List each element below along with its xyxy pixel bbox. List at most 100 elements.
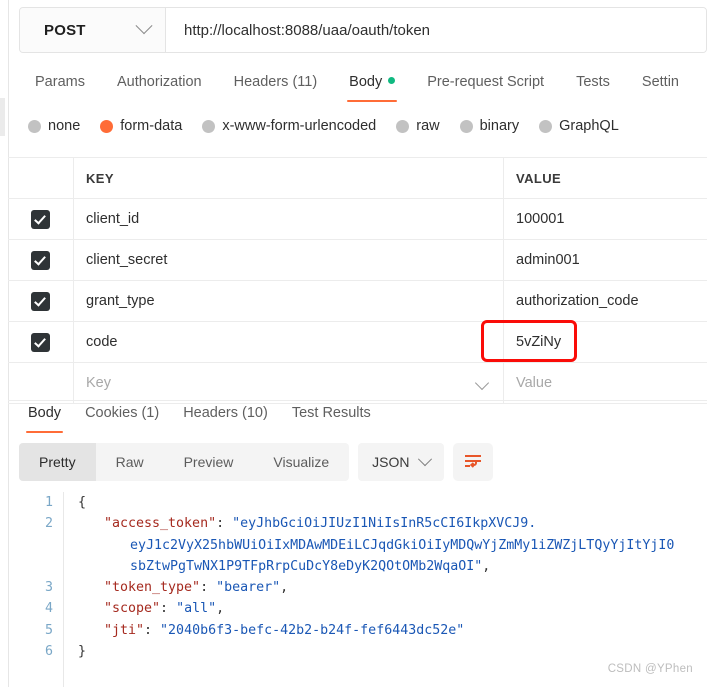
tab-params[interactable]: Params bbox=[19, 70, 101, 102]
tab-pre-request-script[interactable]: Pre-request Script bbox=[411, 70, 560, 102]
table-row[interactable]: grant_type authorization_code bbox=[8, 281, 707, 322]
response-language-label: JSON bbox=[372, 454, 410, 470]
table-row[interactable]: client_secret admin001 bbox=[8, 240, 707, 281]
tab-settings[interactable]: Settin bbox=[626, 70, 695, 102]
code-token: , bbox=[280, 580, 289, 596]
body-type-raw[interactable]: raw bbox=[396, 118, 440, 134]
code-line: "token_type": "bearer", bbox=[78, 577, 707, 598]
new-row-checkbox-cell bbox=[8, 363, 74, 403]
word-wrap-icon bbox=[464, 455, 481, 468]
row-value[interactable]: 5vZiNy bbox=[504, 322, 707, 362]
body-modified-dot-icon bbox=[388, 77, 396, 84]
row-value[interactable]: 100001 bbox=[504, 199, 707, 239]
table-row[interactable]: code 5vZiNy bbox=[8, 322, 707, 363]
new-row-key-placeholder: Key bbox=[86, 375, 111, 391]
response-tab-body[interactable]: Body bbox=[16, 401, 73, 433]
body-type-none[interactable]: none bbox=[28, 118, 80, 134]
request-tabs: Params Authorization Headers (11) Body P… bbox=[19, 70, 695, 112]
chevron-down-icon bbox=[135, 17, 153, 35]
code-line: eyJ1c2VyX25hbWUiOiIxMDAwMDEiLCJqdGkiOiIy… bbox=[78, 535, 707, 556]
column-header-value: VALUE bbox=[516, 170, 562, 186]
view-mode-raw-label: Raw bbox=[115, 454, 144, 470]
code-line: "access_token": "eyJhbGciOiJIUzI1NiIsInR… bbox=[78, 513, 707, 534]
body-type-binary[interactable]: binary bbox=[459, 118, 520, 134]
http-method-dropdown[interactable]: POST bbox=[20, 8, 166, 52]
row-checkbox-checked-icon[interactable] bbox=[31, 209, 50, 229]
row-value[interactable]: admin001 bbox=[504, 240, 707, 280]
response-tab-cookies[interactable]: Cookies (1) bbox=[73, 401, 171, 433]
http-method-label: POST bbox=[44, 21, 86, 39]
response-tab-test-results[interactable]: Test Results bbox=[280, 401, 383, 433]
row-key[interactable]: grant_type bbox=[74, 281, 504, 321]
body-type-urlencoded[interactable]: x-www-form-urlencoded bbox=[202, 118, 376, 134]
url-input[interactable]: http://localhost:8088/uaa/oauth/token bbox=[166, 8, 706, 52]
code-token: } bbox=[78, 644, 87, 660]
code-token: "eyJhbGciOiJIUzI1NiIsInR5cCI6IkpXVCJ9. bbox=[232, 516, 537, 532]
row-key[interactable]: client_id bbox=[74, 199, 504, 239]
tab-settings-label: Settin bbox=[641, 74, 680, 90]
column-header-key: KEY bbox=[74, 158, 504, 198]
body-type-binary-label: binary bbox=[479, 118, 520, 134]
code-line: sbZtwPgTwNX1P9TFpRrpCuDcY8eDyK2QOtOMb2Wq… bbox=[78, 556, 707, 577]
form-data-table: KEY VALUE client_id 100001 client_secret… bbox=[8, 157, 707, 404]
watermark: CSDN @YPhen bbox=[607, 663, 693, 675]
tab-pre-request-script-label: Pre-request Script bbox=[427, 74, 545, 90]
body-type-urlencoded-label: x-www-form-urlencoded bbox=[222, 118, 377, 134]
code-token: : bbox=[200, 580, 217, 596]
view-mode-pretty[interactable]: Pretty bbox=[19, 443, 96, 481]
tab-params-label: Params bbox=[35, 74, 85, 90]
row-value[interactable]: authorization_code bbox=[504, 281, 707, 321]
word-wrap-button[interactable] bbox=[452, 443, 493, 481]
radio-icon bbox=[459, 119, 473, 133]
code-line: "scope": "all", bbox=[78, 598, 707, 619]
new-row-value-placeholder: Value bbox=[516, 375, 553, 391]
row-key[interactable]: code bbox=[74, 322, 504, 362]
view-mode-group: Pretty Raw Preview Visualize bbox=[19, 443, 350, 481]
response-language-dropdown[interactable]: JSON bbox=[358, 443, 444, 481]
response-body-code: {"access_token": "eyJhbGciOiJIUzI1NiIsIn… bbox=[63, 492, 707, 687]
request-url-bar: POST http://localhost:8088/uaa/oauth/tok… bbox=[19, 7, 707, 53]
view-mode-preview-label: Preview bbox=[183, 454, 234, 470]
code-token: "token_type" bbox=[104, 580, 201, 596]
body-type-form-data[interactable]: form-data bbox=[100, 118, 182, 134]
view-mode-visualize[interactable]: Visualize bbox=[253, 443, 349, 481]
tab-headers[interactable]: Headers (11) bbox=[218, 70, 334, 102]
tab-body[interactable]: Body bbox=[333, 70, 411, 102]
response-tab-cookies-label: Cookies (1) bbox=[85, 405, 160, 421]
body-type-raw-label: raw bbox=[416, 118, 440, 134]
body-type-graphql[interactable]: GraphQL bbox=[539, 118, 619, 134]
code-token: "scope" bbox=[104, 601, 161, 617]
line-number bbox=[19, 556, 53, 577]
radio-icon bbox=[396, 119, 410, 133]
view-mode-raw[interactable]: Raw bbox=[96, 443, 164, 481]
code-token: "access_token" bbox=[104, 516, 217, 532]
line-number: 5 bbox=[44, 622, 53, 638]
table-new-row[interactable]: Key Value bbox=[8, 363, 707, 404]
row-checkbox-checked-icon[interactable] bbox=[31, 332, 50, 352]
row-key[interactable]: client_secret bbox=[74, 240, 504, 280]
radio-icon bbox=[202, 119, 216, 133]
view-mode-pretty-label: Pretty bbox=[39, 454, 76, 470]
chevron-down-icon[interactable] bbox=[474, 375, 490, 391]
tab-authorization[interactable]: Authorization bbox=[101, 70, 218, 102]
table-row[interactable]: client_id 100001 bbox=[8, 199, 707, 240]
tab-headers-label: Headers (11) bbox=[233, 74, 318, 90]
row-checkbox-checked-icon[interactable] bbox=[31, 250, 50, 270]
view-mode-visualize-label: Visualize bbox=[273, 454, 330, 470]
line-number: 1 bbox=[44, 495, 53, 510]
header-checkbox-cell bbox=[8, 158, 74, 198]
view-mode-preview[interactable]: Preview bbox=[164, 443, 254, 481]
response-body-viewer[interactable]: 1 2 3 4 5 6 {"access_token": "eyJhbGciOi… bbox=[19, 492, 707, 687]
row-checkbox-checked-icon[interactable] bbox=[31, 291, 50, 311]
tab-tests-label: Tests bbox=[576, 74, 610, 90]
code-token: eyJ1c2VyX25hbWUiOiIxMDAwMDEiLCJqdGkiOiIy… bbox=[130, 537, 675, 553]
line-number: 2 bbox=[44, 516, 53, 532]
code-token: : bbox=[216, 516, 233, 532]
new-row-value-input[interactable]: Value bbox=[504, 363, 707, 403]
url-text: http://localhost:8088/uaa/oauth/token bbox=[184, 21, 431, 39]
response-tab-headers-label: Headers (10) bbox=[183, 405, 268, 421]
body-type-graphql-label: GraphQL bbox=[559, 118, 619, 134]
new-row-key-input[interactable]: Key bbox=[74, 363, 504, 403]
tab-tests[interactable]: Tests bbox=[560, 70, 626, 102]
response-tab-headers[interactable]: Headers (10) bbox=[171, 401, 280, 433]
